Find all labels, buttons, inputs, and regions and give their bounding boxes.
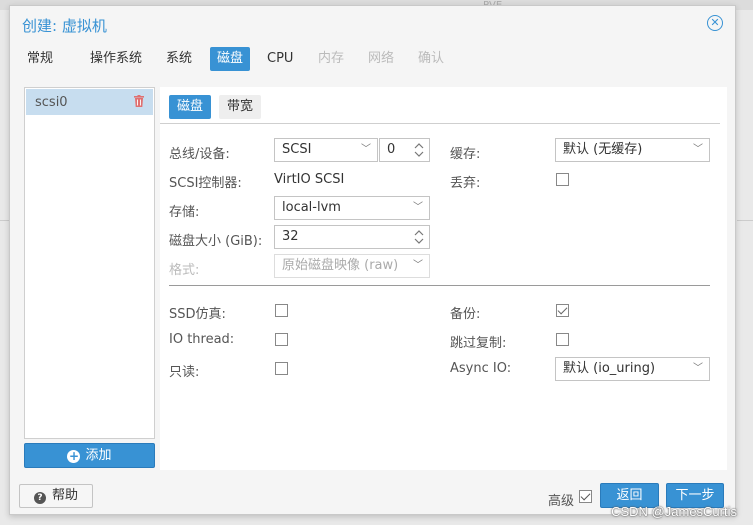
chevron-down-icon: ﹀ [413,202,423,213]
advanced-label: 高级 [548,494,575,509]
dialog-title: 创建: 虚拟机 [22,17,107,35]
disk-size-label: 磁盘大小 (GiB): [169,234,263,249]
watermark: CSDN @JamesCurtis [611,504,737,519]
format-select: 原始磁盘映像 (raw) ﹀ [274,254,430,278]
async-io-value: 默认 (io_uring) [563,361,656,376]
disk-size-spinner[interactable]: 32 [274,225,430,249]
close-icon[interactable]: ✕ [707,15,723,31]
help-button[interactable]: ? 帮助 [19,484,93,508]
disk-list-item-label: scsi0 [35,95,68,110]
tab-os[interactable]: 操作系统 [83,47,149,71]
ssd-emulation-label: SSD仿真: [169,307,226,322]
storage-label: 存储: [169,205,200,220]
read-only-checkbox[interactable] [275,362,288,375]
skip-replication-label: 跳过复制: [450,336,507,351]
cache-select[interactable]: 默认 (无缓存) ﹀ [555,138,710,162]
bus-value: SCSI [282,142,312,157]
cache-value: 默认 (无缓存) [563,142,643,157]
background-divider [737,220,753,234]
io-thread-checkbox[interactable] [275,333,288,346]
scsi-controller-label: SCSI控制器: [169,176,242,191]
bus-select[interactable]: SCSI ﹀ [274,138,378,162]
advanced-checkbox[interactable] [579,490,592,503]
backup-checkbox[interactable] [556,304,569,317]
format-label: 格式: [169,263,200,278]
cache-label: 缓存: [450,147,481,162]
discard-checkbox[interactable] [556,173,569,186]
async-io-select[interactable]: 默认 (io_uring) ﹀ [555,357,710,381]
storage-select[interactable]: local-lvm ﹀ [274,196,430,220]
tab-network: 网络 [368,51,395,66]
read-only-label: 只读: [169,365,200,380]
ssd-emulation-checkbox[interactable] [275,304,288,317]
async-io-label: Async IO: [450,361,512,376]
backup-label: 备份: [450,307,481,322]
trash-icon[interactable] [134,95,144,107]
chevron-down-icon: ﹀ [413,260,423,271]
disk-list-item[interactable]: scsi0 [26,89,153,115]
chevron-down-icon: ﹀ [693,363,703,374]
tab-disks[interactable]: 磁盘 [210,47,251,71]
plus-icon: + [67,449,81,463]
storage-value: local-lvm [282,200,341,215]
scsi-controller-value: VirtIO SCSI [274,172,345,187]
tab-cpu[interactable]: CPU [260,47,300,71]
create-vm-dialog: 创建: 虚拟机 ✕ 常规 操作系统 系统 磁盘 CPU 内存 网络 确认 scs… [9,5,736,515]
discard-label: 丢弃: [450,176,481,191]
help-icon: ? [34,492,46,504]
device-value: 0 [387,142,396,157]
bus-device-label: 总线/设备: [169,147,230,162]
spinner-arrows-icon[interactable] [414,142,424,158]
disk-size-value: 32 [282,229,299,244]
spinner-arrows-icon[interactable] [414,229,424,245]
subtab-bandwidth[interactable]: 带宽 [219,95,262,119]
chevron-down-icon: ﹀ [361,144,371,155]
tab-system[interactable]: 系统 [159,47,199,71]
disk-list: scsi0 [24,87,155,439]
io-thread-label: IO thread: [169,332,235,347]
skip-replication-checkbox[interactable] [556,333,569,346]
subtab-disk[interactable]: 磁盘 [169,95,212,119]
divider [160,123,720,124]
device-spinner[interactable]: 0 [379,138,430,162]
tab-general[interactable]: 常规 [20,47,60,71]
section-divider [169,285,710,286]
add-disk-label: 添加 [85,448,112,463]
disk-settings-panel: 磁盘 带宽 总线/设备: SCSI ﹀ 0 SCSI控制器: VirtIO SC… [160,87,727,470]
help-label: 帮助 [52,488,79,503]
tab-confirm: 确认 [418,51,445,66]
format-value: 原始磁盘映像 (raw) [282,258,399,273]
chevron-down-icon: ﹀ [693,144,703,155]
tab-memory: 内存 [318,51,345,66]
add-disk-button[interactable]: + 添加 [24,443,155,468]
